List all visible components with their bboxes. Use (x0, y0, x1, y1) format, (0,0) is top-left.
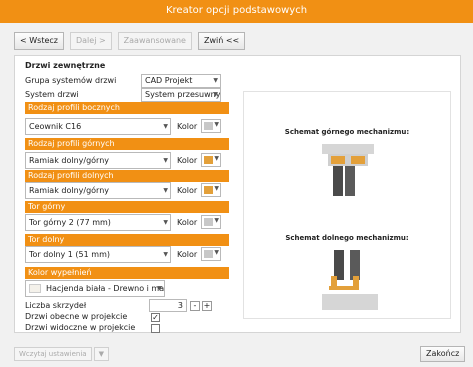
bottom-profile-color-label: Kolor (177, 186, 198, 195)
finish-button[interactable]: Zakończ (420, 346, 466, 362)
title-bar: Kreator opcji podstawowych (0, 0, 473, 23)
bottom-track-header: Tor dolny (25, 234, 229, 246)
bottom-profile-select[interactable]: Ramiak dolny/górny ▼ (25, 182, 171, 199)
top-profile-color-label: Kolor (177, 156, 198, 165)
chevron-down-icon: ▼ (163, 157, 168, 164)
bottom-mechanism-title: Schemat dolnego mechanizmu: (285, 234, 409, 242)
top-track-header: Tor górny (25, 201, 229, 213)
system-group-value: CAD Projekt (145, 76, 193, 85)
bottom-track-color-label: Kolor (177, 250, 198, 259)
door-system-select[interactable]: System przesuwny ▼ (141, 88, 221, 102)
load-settings-button[interactable]: Wczytaj ustawienia (14, 347, 92, 361)
top-track-value: Tor górny 2 (77 mm) (29, 218, 111, 227)
chevron-down-icon: ▼ (163, 251, 168, 258)
next-button[interactable]: Dalej > (69, 32, 112, 50)
bottom-profile-header: Rodzaj profili dolnych (25, 170, 229, 182)
bottom-mechanism-diagram (322, 250, 378, 310)
top-track-color-label: Kolor (177, 218, 198, 227)
door-count-label: Liczba skrzydeł (25, 301, 87, 310)
color-swatch (204, 250, 213, 258)
top-profile-select[interactable]: Ramiak dolny/górny ▼ (25, 152, 171, 169)
chevron-down-icon: ▼ (157, 285, 162, 292)
system-group-select[interactable]: CAD Projekt ▼ (141, 74, 221, 88)
chevron-down-icon: ▼ (214, 121, 219, 128)
door-visible-checkbox[interactable] (151, 324, 160, 333)
chevron-down-icon: ▼ (214, 155, 219, 162)
door-present-checkbox[interactable]: ✓ (151, 313, 160, 322)
side-profile-color-label: Kolor (177, 122, 198, 131)
chevron-down-icon: ▼ (213, 77, 218, 84)
top-profile-value: Ramiak dolny/górny (29, 156, 109, 165)
chevron-down-icon: ▼ (214, 217, 219, 224)
top-profile-header: Rodzaj profili górnych (25, 138, 229, 150)
wizard-toolbar: < Wstecz Dalej > Zaawansowane Zwiń << (14, 32, 246, 50)
fill-color-value: Hacjenda biała - Drewno i mat (46, 284, 165, 293)
color-swatch (204, 156, 213, 164)
bottom-track-select[interactable]: Tor dolny 1 (51 mm) ▼ (25, 246, 171, 263)
top-mechanism-title: Schemat górnego mechanizmu: (284, 128, 410, 136)
side-profile-color-picker[interactable]: ▼ (201, 119, 221, 133)
chevron-down-icon: ▼ (214, 185, 219, 192)
chevron-down-icon: ▼ (214, 249, 219, 256)
door-visible-label: Drzwi widoczne w projekcie (25, 323, 136, 332)
section-title: Drzwi zewnętrzne (25, 61, 106, 70)
footer-left: Wczytaj ustawienia ▼ (14, 347, 109, 361)
side-profile-select[interactable]: Ceownik C16 ▼ (25, 118, 171, 135)
top-mechanism-diagram (322, 144, 374, 196)
increment-button[interactable]: + (202, 301, 212, 311)
system-group-label: Grupa systemów drzwi (25, 76, 117, 85)
chevron-down-icon: ▼ (98, 350, 104, 358)
load-settings-dropdown[interactable]: ▼ (93, 347, 109, 361)
mechanism-preview: Schemat górnego mechanizmu: Schemat doln… (243, 91, 451, 319)
window-title: Kreator opcji podstawowych (165, 5, 308, 16)
chevron-down-icon: ▼ (163, 219, 168, 226)
advanced-button[interactable]: Zaawansowane (117, 32, 192, 50)
color-swatch (204, 122, 213, 130)
bottom-profile-value: Ramiak dolny/górny (29, 186, 109, 195)
color-swatch (204, 186, 213, 194)
door-system-label: System drzwi (25, 90, 79, 99)
side-profile-value: Ceownik C16 (29, 122, 82, 131)
chevron-down-icon: ▼ (163, 187, 168, 194)
side-profile-header: Rodzaj profili bocznych (25, 102, 229, 114)
door-count-input[interactable]: 3 (149, 299, 187, 312)
bottom-track-value: Tor dolny 1 (51 mm) (29, 250, 110, 259)
chevron-down-icon: ▼ (163, 123, 168, 130)
decrement-button[interactable]: - (190, 301, 200, 311)
fill-color-select[interactable]: Hacjenda biała - Drewno i mat ▼ (25, 280, 165, 297)
options-panel: Drzwi zewnętrzne Grupa systemów drzwi CA… (14, 55, 461, 333)
color-swatch (204, 218, 213, 226)
chevron-down-icon: ▼ (213, 91, 218, 98)
bottom-profile-color-picker[interactable]: ▼ (201, 183, 221, 197)
door-present-label: Drzwi obecne w projekcie (25, 312, 128, 321)
top-track-select[interactable]: Tor górny 2 (77 mm) ▼ (25, 214, 171, 231)
fill-color-swatch (29, 284, 41, 293)
top-track-color-picker[interactable]: ▼ (201, 215, 221, 229)
back-button[interactable]: < Wstecz (14, 32, 64, 50)
door-system-value: System przesuwny (145, 90, 221, 99)
collapse-button[interactable]: Zwiń << (197, 32, 246, 50)
fill-color-header: Kolor wypełnień (25, 267, 229, 279)
top-profile-color-picker[interactable]: ▼ (201, 153, 221, 167)
bottom-track-color-picker[interactable]: ▼ (201, 247, 221, 261)
